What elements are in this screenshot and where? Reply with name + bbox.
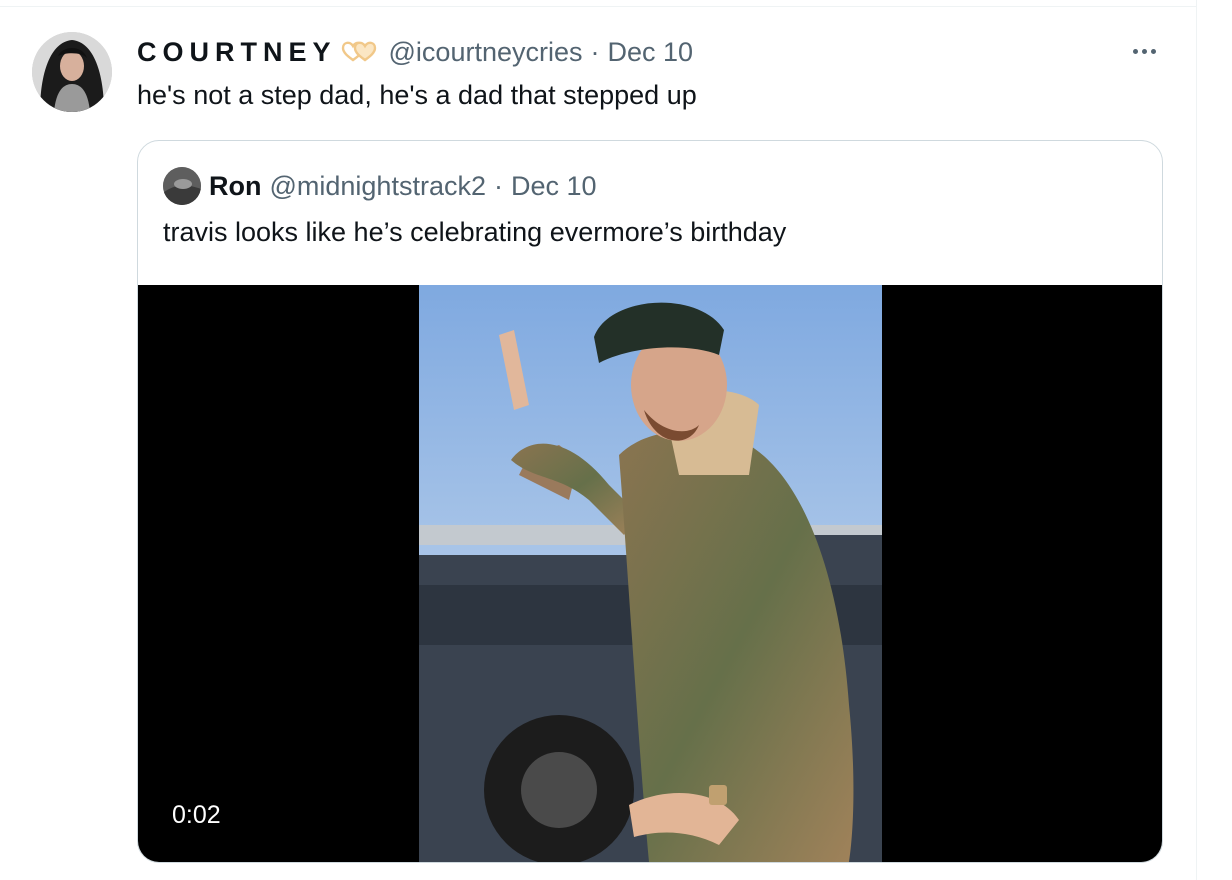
quoted-avatar-photo [163,167,201,205]
avatar[interactable] [32,32,112,112]
quoted-author-handle[interactable]: @midnightstrack2 [269,171,486,202]
avatar-photo [32,32,112,112]
author-display-name[interactable]: COURTNEY [137,37,337,68]
tweet-text: he's not a step dad, he's a dad that ste… [137,80,697,110]
ellipsis-icon[interactable] [1124,34,1164,68]
quoted-tweet-text: travis looks like he’s celebrating everm… [163,217,787,247]
tweet-header: COURTNEY @icourtneycries · Dec 10 [137,34,693,70]
header-separator: · [590,36,600,67]
quoted-author-display-name[interactable]: Ron [209,171,261,202]
video-frame [419,285,882,862]
timeline-border [1196,0,1197,880]
video-player[interactable]: 0:02 [138,285,1162,862]
quoted-header-separator: · [493,170,503,201]
video-duration: 0:02 [172,801,221,829]
quoted-tweet-header: Ron @midnightstrack2 · Dec 10 [209,168,597,204]
quoted-avatar[interactable] [163,167,201,205]
author-handle[interactable]: @icourtneycries [389,37,583,68]
quoted-tweet-card[interactable]: Ron @midnightstrack2 · Dec 10 travis loo… [137,140,1163,863]
tweet-date[interactable]: Dec 10 [608,37,694,68]
heart-hands-icon [339,39,379,65]
top-divider [0,6,1196,7]
quoted-tweet-date[interactable]: Dec 10 [511,171,597,202]
